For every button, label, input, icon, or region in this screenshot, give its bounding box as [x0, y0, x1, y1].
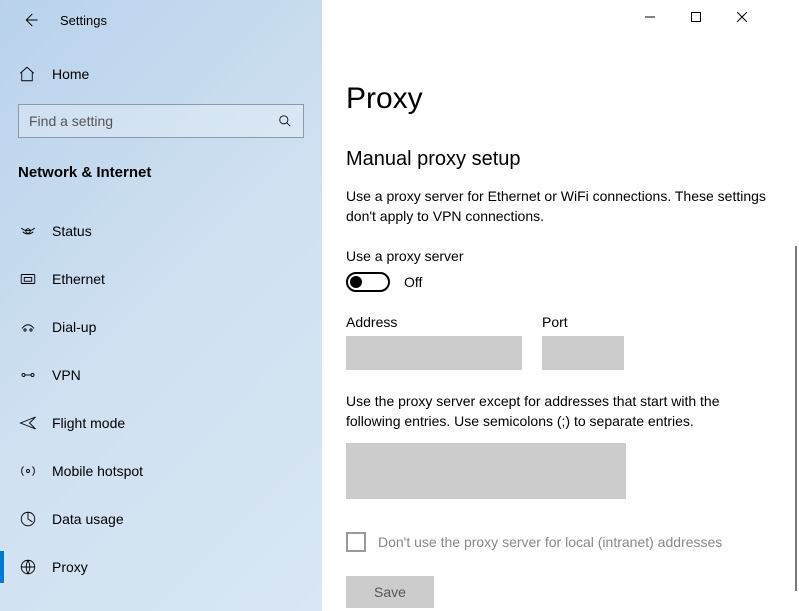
sidebar-item-label: Proxy	[52, 559, 88, 575]
sidebar-item-status[interactable]: Status	[0, 207, 322, 255]
search-icon	[277, 113, 293, 129]
toggle-state-label: Off	[404, 274, 422, 290]
datausage-icon	[18, 510, 38, 528]
search-box[interactable]	[18, 104, 304, 138]
sidebar-section-header: Network & Internet	[0, 164, 322, 181]
sidebar-item-proxy[interactable]: Proxy	[0, 543, 322, 591]
sidebar-item-ethernet[interactable]: Ethernet	[0, 255, 322, 303]
sidebar-item-label: Flight mode	[52, 415, 125, 431]
use-proxy-toggle-row: Off	[346, 272, 769, 292]
sidebar-item-label: Home	[52, 66, 89, 82]
local-addresses-label: Don't use the proxy server for local (in…	[378, 534, 722, 550]
sidebar-item-label: VPN	[52, 367, 81, 383]
sidebar-item-datausage[interactable]: Data usage	[0, 495, 322, 543]
search-container	[0, 104, 322, 138]
address-input[interactable]	[346, 336, 522, 370]
titlebar	[346, 0, 769, 34]
search-input[interactable]	[29, 113, 277, 129]
minimize-button[interactable]	[627, 2, 673, 32]
address-port-row: Address Port	[346, 314, 769, 370]
dialup-icon	[18, 318, 38, 336]
use-proxy-label: Use a proxy server	[346, 248, 769, 264]
sidebar-item-label: Status	[52, 223, 92, 239]
use-proxy-toggle[interactable]	[346, 272, 390, 292]
globe-icon	[18, 558, 38, 576]
sidebar-item-hotspot[interactable]: Mobile hotspot	[0, 447, 322, 495]
airplane-icon	[18, 414, 38, 432]
close-button[interactable]	[719, 2, 765, 32]
address-column: Address	[346, 314, 522, 370]
sidebar-item-label: Mobile hotspot	[52, 463, 143, 479]
app-title: Settings	[60, 13, 107, 28]
sidebar-item-flightmode[interactable]: Flight mode	[0, 399, 322, 447]
back-button[interactable]	[18, 8, 42, 32]
vpn-icon	[18, 366, 38, 384]
exclusion-description: Use the proxy server except for addresse…	[346, 392, 769, 431]
sidebar-item-vpn[interactable]: VPN	[0, 351, 322, 399]
maximize-button[interactable]	[673, 2, 719, 32]
port-column: Port	[542, 314, 624, 370]
local-addresses-checkbox[interactable]	[346, 532, 366, 552]
scrollbar[interactable]	[795, 246, 797, 591]
sidebar-item-label: Dial-up	[52, 319, 96, 335]
address-label: Address	[346, 314, 522, 330]
save-button[interactable]: Save	[346, 576, 434, 608]
sidebar-item-dialup[interactable]: Dial-up	[0, 303, 322, 351]
hotspot-icon	[18, 462, 38, 480]
sidebar-item-label: Ethernet	[52, 271, 105, 287]
section-title: Manual proxy setup	[346, 148, 769, 171]
exclusion-input[interactable]	[346, 443, 626, 499]
port-label: Port	[542, 314, 624, 330]
ethernet-icon	[18, 270, 38, 288]
nav-list: Status Ethernet Dial-up VPN Flight mode …	[0, 207, 322, 591]
sidebar: Settings Home Network & Internet Status …	[0, 0, 322, 611]
sidebar-item-home[interactable]: Home	[0, 54, 322, 94]
sidebar-header: Settings	[0, 0, 322, 40]
section-description: Use a proxy server for Ethernet or WiFi …	[346, 187, 766, 226]
port-input[interactable]	[542, 336, 624, 370]
sidebar-item-label: Data usage	[52, 511, 124, 527]
home-icon	[18, 65, 38, 83]
local-addresses-row: Don't use the proxy server for local (in…	[346, 532, 769, 552]
page-title: Proxy	[346, 82, 769, 116]
main-content: Proxy Manual proxy setup Use a proxy ser…	[322, 0, 799, 611]
status-icon	[18, 222, 38, 240]
